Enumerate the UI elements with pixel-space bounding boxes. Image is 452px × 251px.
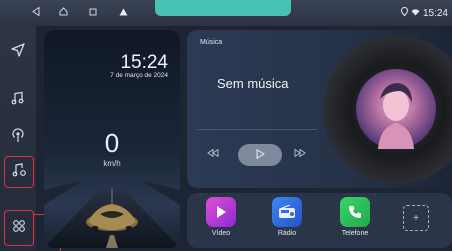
radio-icon: [272, 197, 302, 227]
clock-speed-widget[interactable]: 15:24 7 de março de 2024 0 km/h: [44, 30, 180, 248]
warning-triangle-icon: [119, 6, 128, 20]
location-icon: [400, 6, 408, 19]
app-label: Vídeo: [211, 230, 231, 237]
status-indicators: 15:24: [400, 6, 448, 19]
album-cover: [356, 69, 436, 149]
road-scene-image: [44, 180, 180, 248]
sidebar-item-apps[interactable]: [4, 210, 34, 246]
progress-divider: [197, 129, 317, 130]
home-icon[interactable]: [59, 6, 68, 20]
play-button[interactable]: [238, 144, 282, 166]
music-note-icon: [11, 91, 25, 110]
sidebar-item-music-settings[interactable]: [4, 156, 34, 188]
add-app-button[interactable]: +: [403, 205, 429, 231]
status-bar: 15:24: [0, 0, 452, 26]
back-triangle-icon[interactable]: [32, 6, 40, 20]
sidebar: [0, 26, 36, 250]
track-title: Sem música: [217, 76, 289, 91]
album-portrait-image: [378, 83, 414, 149]
play-icon: [256, 148, 265, 162]
app-label: Telefone: [341, 230, 369, 237]
video-play-icon: [206, 197, 236, 227]
app-phone[interactable]: Telefone: [337, 197, 373, 237]
app-radio[interactable]: Rádio: [269, 197, 305, 237]
phone-icon: [340, 197, 370, 227]
previous-track-icon[interactable]: [207, 148, 219, 160]
music-widget[interactable]: Música Sem música: [187, 30, 452, 188]
wifi-icon: [411, 8, 420, 19]
app-label: Rádio: [277, 230, 297, 237]
music-header: Música: [200, 39, 223, 46]
sidebar-item-navigation[interactable]: [4, 38, 32, 66]
apps-dock: Vídeo Rádio Telefone +: [187, 193, 452, 248]
quick-panel-tab[interactable]: [155, 0, 291, 16]
apps-grid-icon: [12, 219, 26, 238]
music-settings-icon: [12, 162, 27, 182]
sidebar-item-radio[interactable]: [4, 124, 32, 152]
app-video[interactable]: Vídeo: [203, 197, 239, 237]
navigation-icon: [11, 42, 25, 62]
radio-signal-icon: [11, 128, 25, 148]
recents-square-icon[interactable]: [89, 6, 97, 20]
status-time: 15:24: [422, 7, 448, 19]
next-track-icon[interactable]: [294, 148, 306, 160]
sidebar-item-music[interactable]: [4, 86, 32, 114]
plus-icon: +: [413, 212, 419, 224]
